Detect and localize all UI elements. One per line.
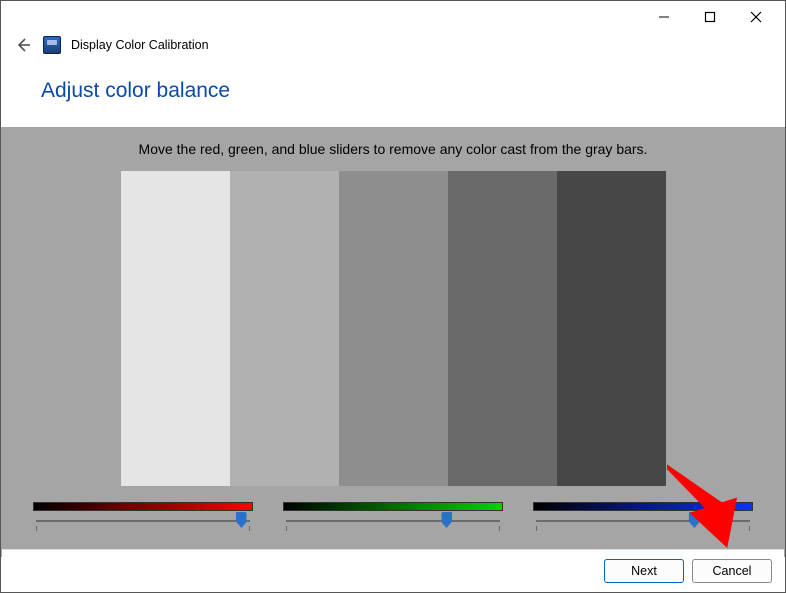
footer: Next Cancel [2, 549, 784, 591]
window-title: Display Color Calibration [71, 38, 209, 52]
green-thumb[interactable] [441, 512, 452, 528]
green-gradient [283, 502, 503, 511]
next-button[interactable]: Next [604, 559, 684, 583]
maximize-button[interactable] [687, 3, 733, 31]
gray-bar-5 [557, 171, 666, 486]
monitor-icon [43, 36, 61, 54]
content-area: Move the red, green, and blue sliders to… [1, 127, 785, 557]
gray-bar-3 [339, 171, 448, 486]
close-button[interactable] [733, 3, 779, 31]
gray-bars [121, 171, 666, 486]
gray-bar-4 [448, 171, 557, 486]
blue-track[interactable] [533, 512, 753, 530]
window-root: Display Color Calibration Adjust color b… [0, 0, 786, 593]
blue-slider[interactable] [533, 502, 753, 530]
instruction-text: Move the red, green, and blue sliders to… [1, 127, 785, 157]
green-slider[interactable] [283, 502, 503, 530]
green-track[interactable] [283, 512, 503, 530]
red-track[interactable] [33, 512, 253, 530]
red-gradient [33, 502, 253, 511]
cancel-button[interactable]: Cancel [692, 559, 772, 583]
red-slider[interactable] [33, 502, 253, 530]
page-heading: Adjust color balance [1, 69, 785, 127]
window-titlebar [1, 1, 785, 33]
red-thumb[interactable] [236, 512, 247, 528]
gray-bar-1 [121, 171, 230, 486]
back-arrow-icon[interactable] [13, 35, 33, 55]
sliders-row [1, 486, 785, 530]
minimize-button[interactable] [641, 3, 687, 31]
blue-gradient [533, 502, 753, 511]
gray-bar-2 [230, 171, 339, 486]
blue-thumb[interactable] [689, 512, 700, 528]
header: Display Color Calibration [1, 33, 785, 69]
